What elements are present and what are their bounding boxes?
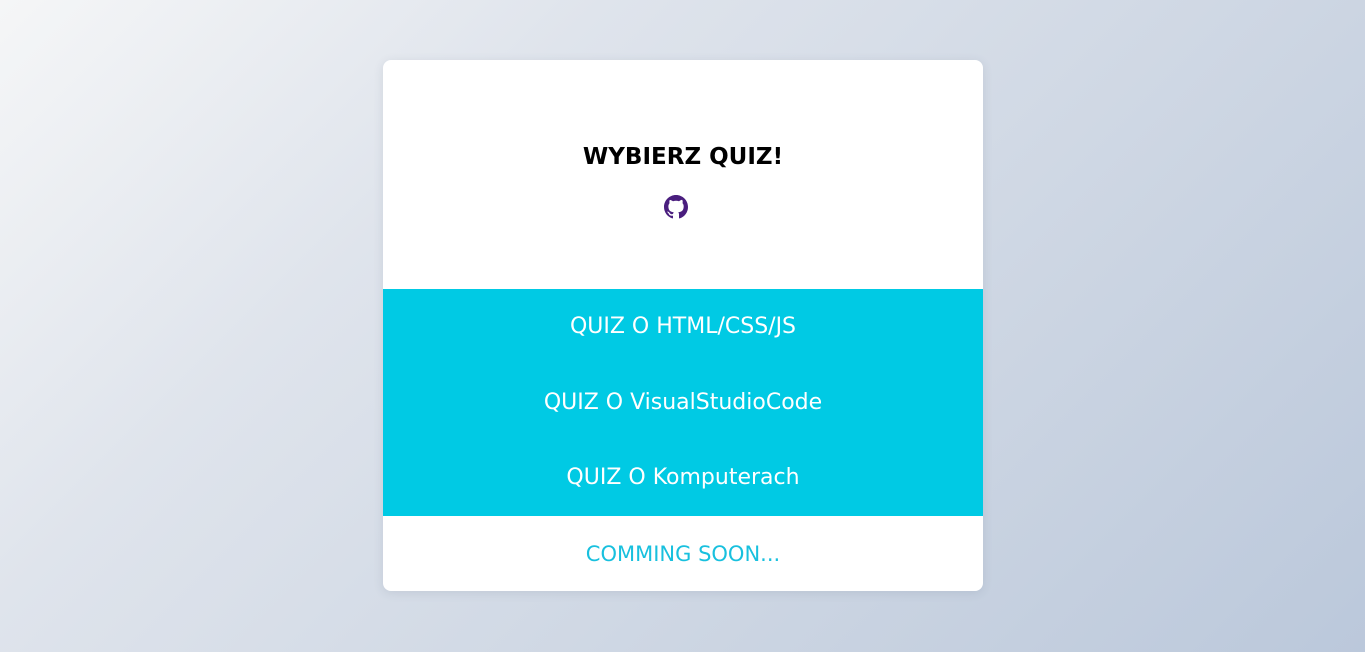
quiz-list: QUIZ O HTML/CSS/JS QUIZ O VisualStudioCo… bbox=[383, 289, 983, 516]
quiz-item-visualstudiocode[interactable]: QUIZ O VisualStudioCode bbox=[383, 365, 983, 441]
page-title: WYBIERZ QUIZ! bbox=[582, 144, 784, 170]
coming-soon-label: COMMING SOON... bbox=[585, 541, 781, 566]
github-link[interactable] bbox=[664, 195, 688, 219]
card-header: WYBIERZ QUIZ! bbox=[383, 60, 983, 289]
github-icon bbox=[664, 195, 688, 219]
quiz-item-html-css-js[interactable]: QUIZ O HTML/CSS/JS bbox=[383, 289, 983, 365]
quiz-selection-card: WYBIERZ QUIZ! QUIZ O HTML/CSS/JS QUIZ O … bbox=[383, 60, 983, 591]
quiz-item-komputerach[interactable]: QUIZ O Komputerach bbox=[383, 440, 983, 516]
